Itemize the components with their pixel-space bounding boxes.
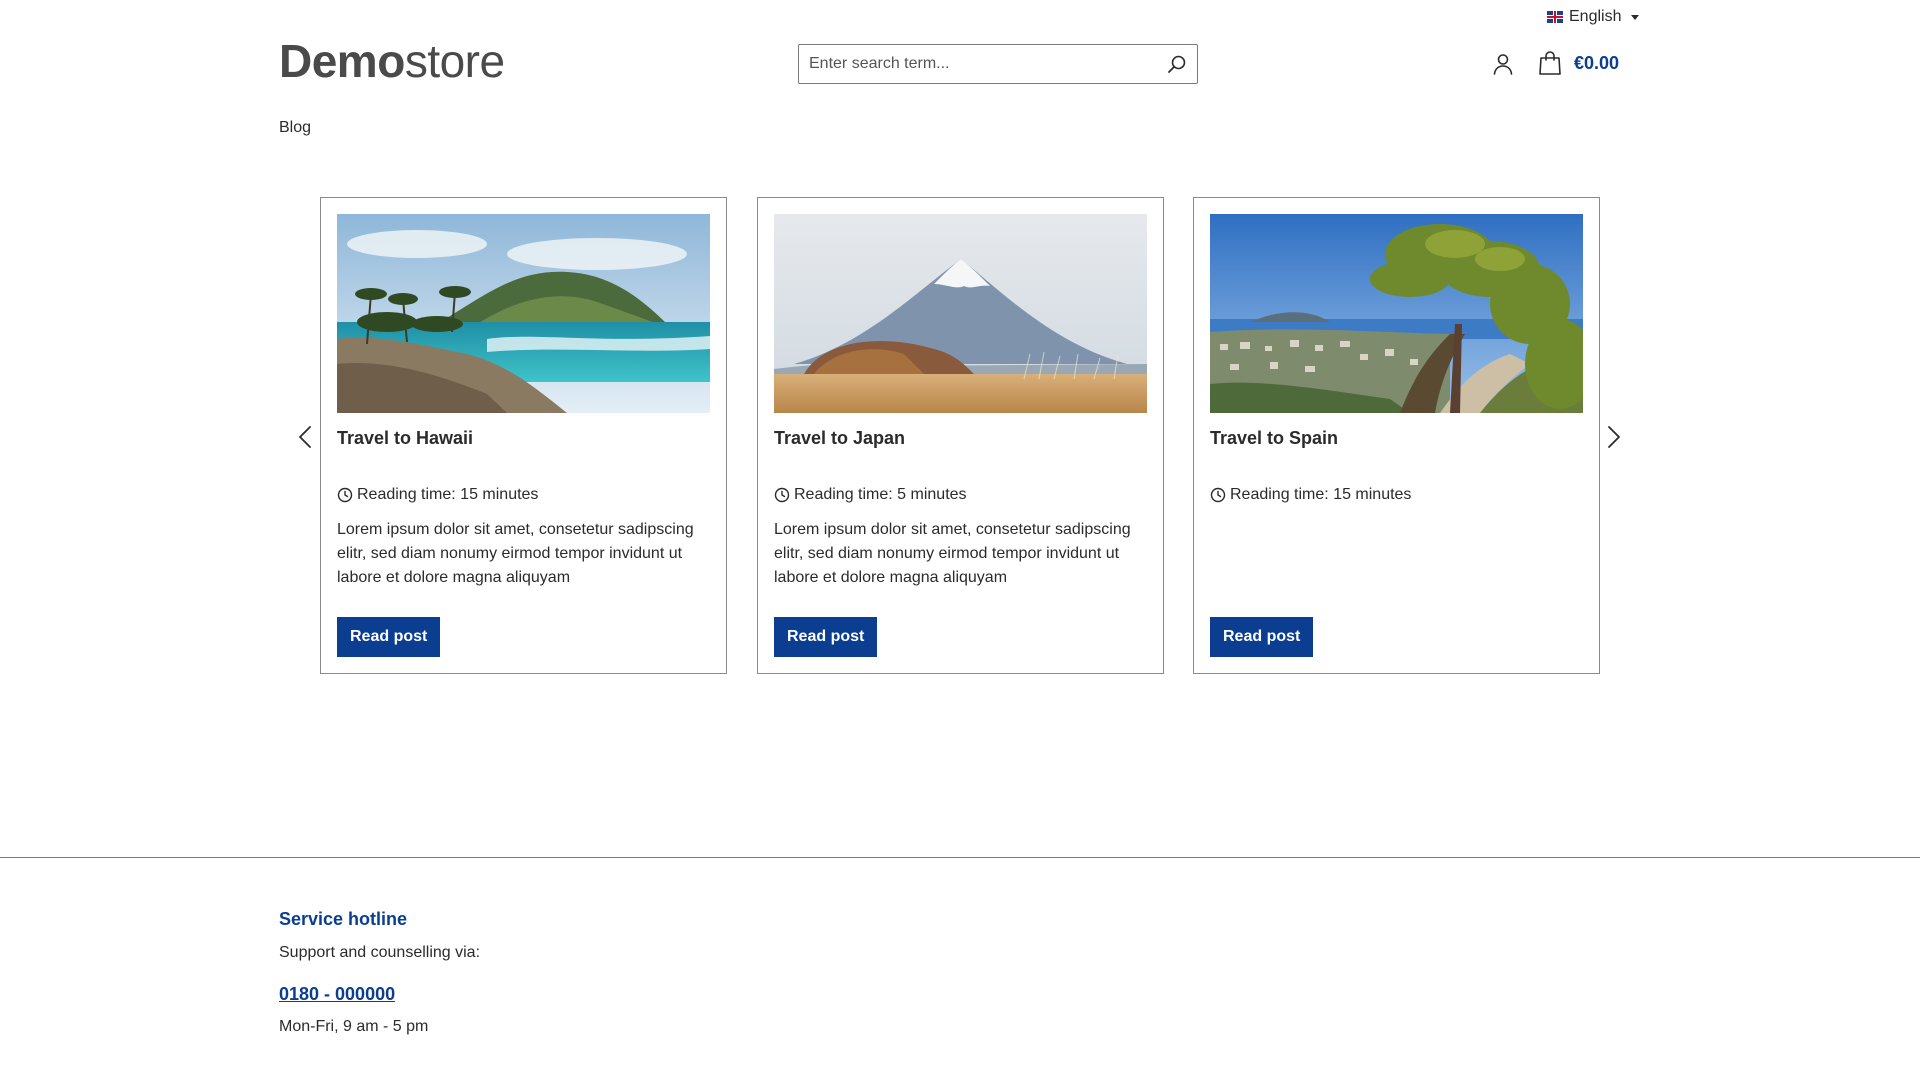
logo-light-text: store: [404, 35, 505, 87]
search-input[interactable]: [799, 45, 1157, 83]
post-title[interactable]: Travel to Hawaii: [337, 428, 473, 449]
hotline-hours: Mon-Fri, 9 am - 5 pm: [279, 1018, 429, 1035]
carousel-prev-button[interactable]: [293, 422, 317, 452]
post-image[interactable]: [1210, 214, 1583, 413]
reading-time-label: Reading time: 15 minutes: [357, 486, 539, 503]
post-title[interactable]: Travel to Japan: [774, 428, 905, 449]
account-button[interactable]: [1491, 52, 1515, 76]
search-bar: [798, 44, 1198, 84]
post-excerpt: Lorem ipsum dolor sit amet, consetetur s…: [774, 521, 1131, 586]
blog-post-card: Travel to Spain Reading time: 15 minutes…: [1193, 197, 1600, 674]
read-post-button[interactable]: Read post: [774, 617, 878, 657]
service-hotline-text: Support and counselling via:: [279, 944, 481, 961]
user-icon: [1493, 54, 1513, 75]
post-title[interactable]: Travel to Spain: [1210, 428, 1338, 449]
store-logo[interactable]: Demostore: [279, 36, 505, 86]
carousel-next-button[interactable]: [1602, 422, 1626, 452]
clock-icon: [337, 487, 353, 503]
language-switcher[interactable]: English: [1547, 8, 1640, 26]
post-excerpt: Lorem ipsum dolor sit amet, consetetur s…: [337, 521, 694, 586]
search-button[interactable]: [1157, 45, 1197, 83]
read-post-button[interactable]: Read post: [337, 617, 441, 657]
chevron-down-icon: [1631, 14, 1640, 20]
reading-time-label: Reading time: 5 minutes: [794, 486, 967, 503]
logo-bold-text: Demo: [279, 35, 405, 87]
nav-item-blog[interactable]: Blog: [279, 119, 311, 137]
post-image[interactable]: [774, 214, 1147, 413]
clock-icon: [774, 487, 790, 503]
reading-time: Reading time: 15 minutes: [337, 486, 538, 504]
chevron-left-icon: [299, 426, 311, 448]
reading-time: Reading time: 5 minutes: [774, 486, 967, 504]
cart-button[interactable]: €0.00: [1538, 50, 1619, 76]
search-icon: [1168, 55, 1186, 73]
clock-icon: [1210, 487, 1226, 503]
reading-time: Reading time: 15 minutes: [1210, 486, 1411, 504]
shopping-bag-icon: [1539, 51, 1561, 75]
flag-uk-icon: [1547, 11, 1563, 23]
cart-total: €0.00: [1574, 52, 1620, 73]
footer-divider: [0, 857, 1920, 858]
blog-post-card: Travel to Hawaii Reading time: 15 minute…: [320, 197, 727, 674]
reading-time-label: Reading time: 15 minutes: [1230, 486, 1412, 503]
chevron-right-icon: [1608, 426, 1620, 448]
post-image[interactable]: [337, 214, 710, 413]
hotline-phone-link[interactable]: 0180 - 000000: [279, 984, 395, 1005]
blog-post-card: Travel to Japan Reading time: 5 minutes …: [757, 197, 1164, 674]
read-post-button[interactable]: Read post: [1210, 617, 1314, 657]
language-label: English: [1569, 8, 1622, 25]
service-hotline-title: Service hotline: [279, 909, 408, 929]
